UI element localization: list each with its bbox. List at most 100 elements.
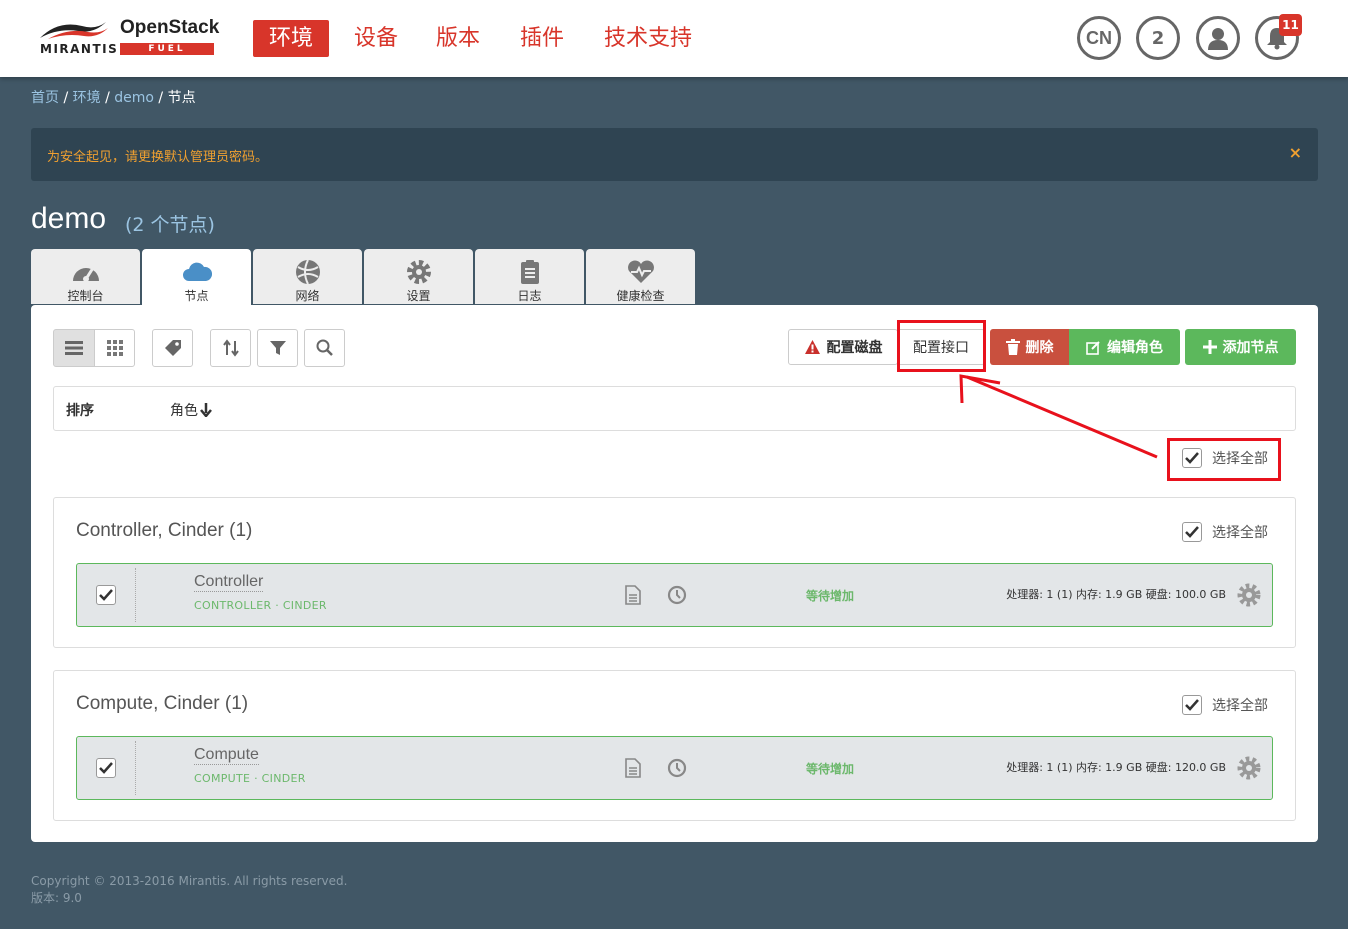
breadcrumb-cluster[interactable]: demo: [114, 90, 154, 106]
logo-fuel: FUEL: [120, 43, 214, 55]
node-roles: CONTROLLER · CINDER: [194, 599, 327, 612]
add-nodes-label: 添加节点: [1222, 340, 1279, 356]
history-icon[interactable]: [667, 585, 687, 605]
sort-by-role[interactable]: 角色: [170, 400, 212, 420]
alert-text: 为安全起见，请更换默认管理员密码。: [47, 150, 269, 165]
add-nodes-button[interactable]: 添加节点: [1185, 329, 1296, 365]
plus-icon: [1202, 340, 1217, 354]
group-select-all[interactable]: 选择全部: [1182, 522, 1268, 542]
count-badge-button[interactable]: 2: [1136, 16, 1180, 60]
tab-nodes-label: 节点: [184, 289, 209, 303]
group-select-all-label: 选择全部: [1212, 698, 1268, 714]
group-select-all-checkbox[interactable]: [1182, 522, 1202, 542]
notification-count-badge: 11: [1279, 14, 1302, 36]
warning-icon: [804, 340, 820, 354]
node-group: Controller, Cinder (1) 选择全部 Controller C…: [53, 497, 1296, 648]
tab-nodes[interactable]: 节点: [142, 249, 251, 306]
node-checkbox[interactable]: [96, 585, 116, 605]
node-row[interactable]: Controller CONTROLLER · CINDER 等待增加 处理器:…: [76, 563, 1273, 627]
group-select-all-checkbox[interactable]: [1182, 695, 1202, 715]
node-specs: 处理器: 1 (1) 内存: 1.9 GB 硬盘: 120.0 GB: [1006, 761, 1226, 774]
sort-button[interactable]: [210, 329, 251, 367]
sort-bar: 排序 角色: [53, 386, 1296, 431]
node-roles: COMPUTE · CINDER: [194, 772, 306, 785]
filter-icon: [269, 341, 286, 355]
top-header: MIRANTIS OpenStack FUEL 环境 设备 版本 插件 技术支持…: [0, 0, 1348, 77]
tab-settings-label: 设置: [406, 289, 431, 303]
node-name[interactable]: Compute: [194, 746, 259, 765]
nav-plugins[interactable]: 插件: [504, 20, 580, 57]
node-settings-gear-icon[interactable]: [1236, 755, 1262, 781]
breadcrumb-home[interactable]: 首页: [31, 90, 59, 106]
nav-equipment[interactable]: 设备: [338, 20, 414, 57]
user-button[interactable]: [1196, 16, 1240, 60]
logs-icon[interactable]: [625, 758, 641, 778]
check-icon: [99, 762, 113, 774]
tab-dashboard[interactable]: 控制台: [31, 249, 140, 304]
page-title: demo: [31, 202, 107, 235]
trash-icon: [1005, 339, 1020, 355]
grid-view-button[interactable]: [94, 329, 135, 367]
config-disks-label: 配置磁盘: [826, 340, 883, 356]
nav-support[interactable]: 技术支持: [588, 20, 708, 57]
footer-version: 版本: 9.0: [31, 891, 82, 905]
group-title: Compute, Cinder (1): [76, 693, 249, 714]
sort-icon: [222, 339, 239, 357]
logs-icon[interactable]: [625, 585, 641, 605]
delete-button[interactable]: 删除: [990, 329, 1069, 365]
labels-button[interactable]: [152, 329, 193, 367]
breadcrumb: 首页 / 环境 / demo / 节点: [31, 90, 196, 106]
tab-health-check-label: 健康检查: [616, 289, 665, 303]
breadcrumb-current: 节点: [167, 90, 196, 106]
history-icon[interactable]: [667, 758, 687, 778]
highlight-box-select-all: [1167, 438, 1281, 481]
list-icon: [65, 341, 83, 355]
list-view-button[interactable]: [53, 329, 95, 367]
edit-roles-label: 编辑角色: [1107, 340, 1163, 356]
highlight-box-config-interfaces: [897, 320, 986, 372]
tag-icon: [164, 340, 181, 356]
group-title: Controller, Cinder (1): [76, 520, 253, 541]
logo-openstack: OpenStack: [120, 17, 220, 38]
alert-close-button[interactable]: ×: [1289, 143, 1302, 162]
node-count: (2 个节点): [125, 214, 215, 236]
logo-mirantis: MIRANTIS: [40, 42, 119, 56]
check-icon: [1185, 699, 1199, 711]
sort-field-label: 角色: [170, 403, 198, 419]
heart-icon: [627, 260, 654, 283]
footer: Copyright © 2013-2016 Mirantis. All righ…: [31, 873, 347, 907]
search-icon: [316, 339, 333, 356]
gear-icon: [406, 260, 431, 284]
nav-releases[interactable]: 版本: [420, 20, 496, 57]
search-button[interactable]: [304, 329, 345, 367]
language-button[interactable]: CN: [1077, 16, 1121, 60]
arrow-down-icon: [200, 403, 212, 417]
nodes-panel: 配置磁盘 配置接口 删除 编辑角色 添加节点 排序 角色 选择全部 Contro…: [31, 305, 1318, 842]
node-row[interactable]: Compute COMPUTE · CINDER 等待增加 处理器: 1 (1)…: [76, 736, 1273, 800]
edit-roles-button[interactable]: 编辑角色: [1069, 329, 1180, 365]
edit-icon: [1086, 340, 1100, 355]
nav-environments[interactable]: 环境: [253, 20, 330, 57]
network-icon: [295, 259, 320, 285]
tab-network[interactable]: 网络: [253, 249, 362, 304]
node-name[interactable]: Controller: [194, 573, 264, 592]
tab-network-label: 网络: [295, 289, 320, 303]
tab-health-check[interactable]: 健康检查: [586, 249, 695, 304]
node-divider: [135, 568, 136, 622]
node-status: 等待增加: [806, 589, 855, 603]
tab-logs[interactable]: 日志: [475, 249, 584, 304]
group-select-all[interactable]: 选择全部: [1182, 695, 1268, 715]
footer-copyright: Copyright © 2013-2016 Mirantis. All righ…: [31, 874, 348, 888]
delete-label: 删除: [1025, 340, 1054, 356]
node-specs: 处理器: 1 (1) 内存: 1.9 GB 硬盘: 100.0 GB: [1006, 588, 1226, 601]
breadcrumb-environments[interactable]: 环境: [73, 90, 101, 106]
config-disks-button[interactable]: 配置磁盘: [788, 329, 898, 365]
dashboard-icon: [72, 267, 99, 282]
node-settings-gear-icon[interactable]: [1236, 582, 1262, 608]
node-checkbox[interactable]: [96, 758, 116, 778]
node-divider: [135, 741, 136, 795]
user-icon: [1208, 28, 1228, 50]
tab-settings[interactable]: 设置: [364, 249, 473, 304]
grid-icon: [106, 340, 123, 356]
filter-button[interactable]: [257, 329, 298, 367]
